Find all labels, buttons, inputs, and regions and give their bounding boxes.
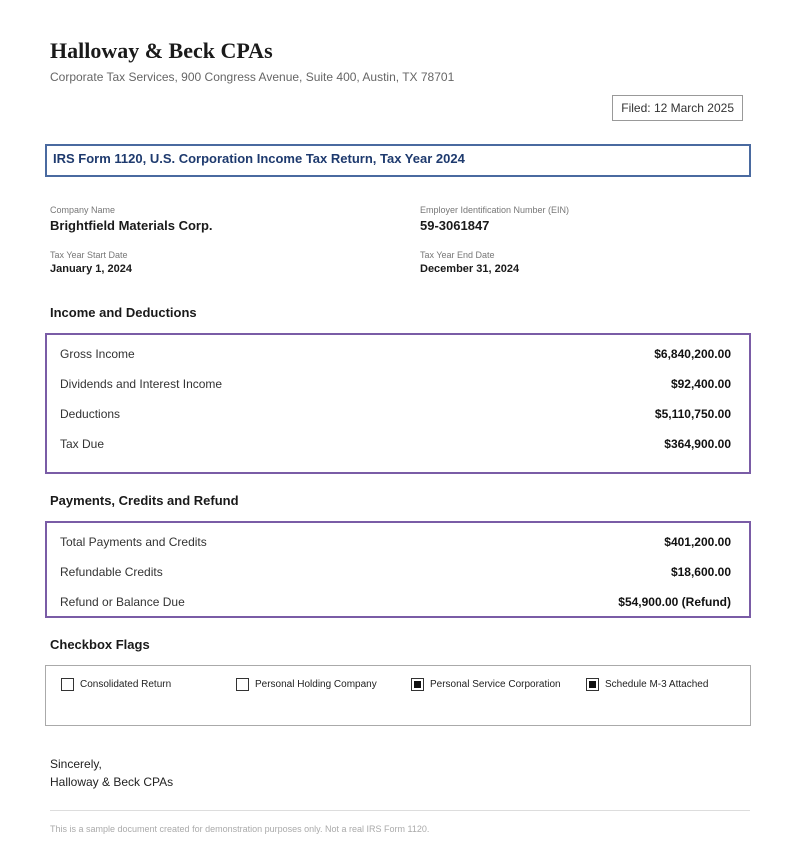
tax-due-label: Tax Due — [60, 437, 105, 451]
checkbox-schedule-m3-attached[interactable] — [586, 678, 599, 691]
company-name-value: Brightfield Materials Corp. — [50, 218, 213, 233]
checkbox-consolidated-return[interactable] — [61, 678, 74, 691]
tax-year-end-value: December 31, 2024 — [420, 263, 520, 275]
ein-field: Employer Identification Number (EIN) 59-… — [420, 205, 770, 233]
tax-year-end-field: Tax Year End Date December 31, 2024 — [420, 250, 770, 275]
closing-block: Sincerely, Halloway & Beck CPAs — [50, 755, 173, 791]
amount-row: Gross Income $6,840,200.00 — [60, 344, 731, 364]
total-payments-label: Total Payments and Credits — [60, 535, 207, 549]
amount-row: Dividends and Interest Income $92,400.00 — [60, 374, 731, 394]
dividends-interest-value: $92,400.00 — [670, 377, 731, 391]
refundable-credits-label: Refundable Credits — [60, 565, 163, 579]
footer-disclaimer: This is a sample document created for de… — [50, 824, 430, 834]
flag-label: Personal Service Corporation — [430, 679, 561, 690]
income-heading: Income and Deductions — [50, 305, 197, 320]
form-title-box: IRS Form 1120, U.S. Corporation Income T… — [45, 144, 751, 177]
flag-consolidated-return[interactable]: Consolidated Return — [61, 678, 171, 691]
total-payments-value: $401,200.00 — [664, 535, 731, 549]
footer-divider — [50, 810, 750, 811]
refund-balance-value: $54,900.00 (Refund) — [618, 595, 731, 609]
amount-row: Deductions $5,110,750.00 — [60, 404, 731, 424]
filed-date-badge: Filed: 12 March 2025 — [612, 95, 743, 121]
amount-row: Tax Due $364,900.00 — [60, 434, 731, 454]
tax-year-start-value: January 1, 2024 — [50, 263, 132, 275]
company-name-label: Company Name — [50, 205, 116, 215]
flag-label: Schedule M-3 Attached — [605, 679, 709, 690]
flag-personal-holding-company[interactable]: Personal Holding Company — [236, 678, 377, 691]
flag-schedule-m3-attached[interactable]: Schedule M-3 Attached — [586, 678, 708, 691]
amount-row: Refundable Credits $18,600.00 — [60, 562, 731, 582]
form-title: IRS Form 1120, U.S. Corporation Income T… — [53, 151, 465, 166]
gross-income-value: $6,840,200.00 — [654, 347, 731, 361]
firm-address: Corporate Tax Services, 900 Congress Ave… — [50, 70, 455, 84]
gross-income-label: Gross Income — [60, 347, 135, 361]
checkbox-personal-service-corporation[interactable] — [411, 678, 424, 691]
ein-label: Employer Identification Number (EIN) — [420, 205, 570, 215]
deductions-label: Deductions — [60, 407, 121, 421]
payments-box: Total Payments and Credits $401,200.00 R… — [45, 521, 751, 618]
tax-due-value: $364,900.00 — [664, 437, 731, 451]
tax-year-end-label: Tax Year End Date — [420, 250, 495, 260]
firm-name: Halloway & Beck CPAs — [50, 38, 273, 63]
ein-value: 59-3061847 — [420, 218, 490, 233]
flag-label: Personal Holding Company — [255, 679, 377, 690]
income-box: Gross Income $6,840,200.00 Dividends and… — [45, 333, 751, 474]
amount-row: Total Payments and Credits $401,200.00 — [60, 532, 731, 552]
tax-year-start-label: Tax Year Start Date — [50, 250, 128, 260]
deductions-value: $5,110,750.00 — [654, 407, 731, 421]
closing-salutation: Sincerely, — [50, 757, 102, 771]
payments-heading: Payments, Credits and Refund — [50, 493, 239, 508]
flags-box: Consolidated Return Personal Holding Com… — [45, 665, 751, 726]
checkbox-personal-holding-company[interactable] — [236, 678, 249, 691]
amount-row: Refund or Balance Due $54,900.00 (Refund… — [60, 592, 731, 612]
refund-balance-label: Refund or Balance Due — [60, 595, 185, 609]
company-name-field: Company Name Brightfield Materials Corp. — [50, 205, 400, 233]
flag-personal-service-corporation[interactable]: Personal Service Corporation — [411, 678, 561, 691]
flags-heading: Checkbox Flags — [50, 637, 150, 652]
tax-year-start-field: Tax Year Start Date January 1, 2024 — [50, 250, 400, 275]
flag-label: Consolidated Return — [80, 679, 172, 690]
refundable-credits-value: $18,600.00 — [670, 565, 731, 579]
dividends-interest-label: Dividends and Interest Income — [60, 377, 223, 391]
closing-signature: Halloway & Beck CPAs — [50, 775, 174, 789]
